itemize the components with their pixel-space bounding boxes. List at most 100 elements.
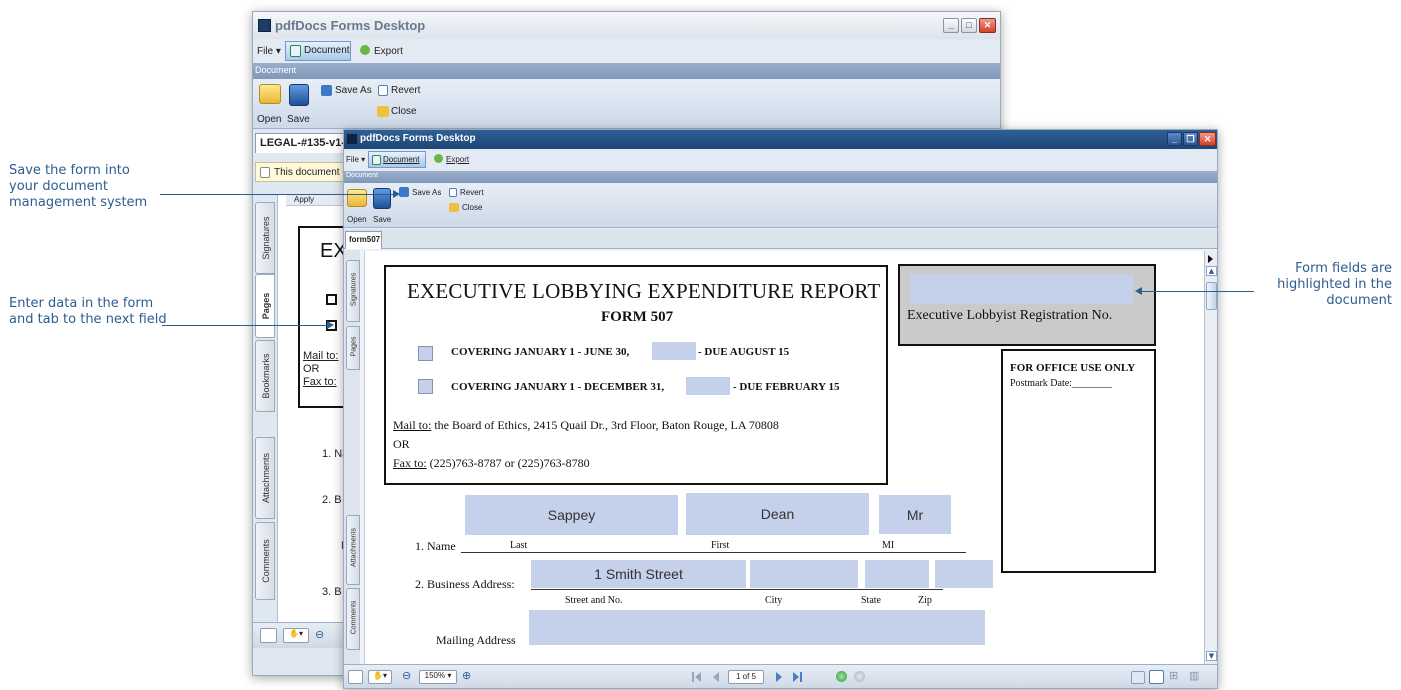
page-number-field[interactable]: 1 of 5 <box>728 670 764 684</box>
covering1-checkbox[interactable] <box>418 346 433 361</box>
scroll-right-arrow[interactable] <box>1208 255 1213 263</box>
front-file-menu[interactable]: File ▾ <box>346 155 365 164</box>
scroll-down-button[interactable]: ▼ <box>1206 651 1217 661</box>
form-number: FORM 507 <box>601 309 674 325</box>
front-titlebar[interactable]: pdfDocs Forms Desktop _ ❐ ✕ <box>344 130 1217 149</box>
zoom-select[interactable]: 150% ▾ <box>419 670 457 684</box>
back-close-button-ribbon[interactable]: Close <box>391 106 417 117</box>
front-minimize-button[interactable]: _ <box>1167 132 1182 146</box>
go-back-icon[interactable] <box>836 671 847 682</box>
back-hand-tool-icon[interactable]: ✋▾ <box>283 628 309 643</box>
back-maximize-button[interactable]: □ <box>961 18 977 33</box>
zoom-value: 150% <box>424 671 446 680</box>
front-tab-pages-label: Pages <box>350 336 358 357</box>
street-sublabel: Street and No. <box>565 595 623 606</box>
covering1-label: COVERING JANUARY 1 - JUNE 30, <box>451 346 630 358</box>
first-page-icon[interactable] <box>692 672 694 682</box>
back-fit-icon[interactable] <box>260 628 277 643</box>
revert-icon <box>378 85 388 96</box>
front-close-button[interactable]: ✕ <box>1199 132 1216 146</box>
mailing-address-field[interactable] <box>529 610 985 645</box>
fax-to-line: Fax to: (225)763-8787 or (225)763-8780 <box>393 456 590 471</box>
last-page-arrow-icon[interactable] <box>793 672 799 682</box>
open-folder-icon[interactable] <box>259 84 281 104</box>
front-tab-signatures[interactable]: Signatures <box>346 260 360 322</box>
cover-view-icon[interactable]: ▥ <box>1189 669 1199 682</box>
go-forward-icon[interactable] <box>854 671 865 682</box>
street-field[interactable]: 1 Smith Street <box>531 560 746 588</box>
export-icon <box>360 45 370 55</box>
covering1-year-field[interactable] <box>652 342 696 360</box>
save-disk-icon[interactable] <box>289 84 309 106</box>
zoom-in-icon[interactable]: ⊕ <box>462 669 471 682</box>
continuous-view-icon[interactable] <box>1149 670 1164 684</box>
covering2-label: COVERING JANUARY 1 - DECEMBER 31, <box>451 381 665 393</box>
back-document-tab[interactable]: Document <box>285 41 351 61</box>
callout-fields-line <box>1142 291 1254 292</box>
front-tab-comments-label: Comments <box>350 600 358 635</box>
mail-to-label: Mail to: <box>393 418 432 432</box>
back-tab-attachments[interactable]: Attachments <box>255 437 275 519</box>
front-document-tab[interactable]: Document <box>368 151 426 168</box>
back-save-label[interactable]: Save <box>287 114 310 125</box>
back-close-button[interactable]: ✕ <box>979 18 996 33</box>
registration-number-field[interactable] <box>910 274 1133 304</box>
back-tab-pages[interactable]: Pages <box>255 274 275 338</box>
front-open-label[interactable]: Open <box>347 215 367 224</box>
front-tab-attachments[interactable]: Attachments <box>346 515 360 585</box>
city-field[interactable] <box>750 560 858 588</box>
back-tab-signatures[interactable]: Signatures <box>255 202 275 274</box>
covering2-checkbox[interactable] <box>418 379 433 394</box>
front-menubar: File ▾ Document Export <box>344 149 1217 171</box>
middle-initial-field[interactable]: Mr <box>879 495 951 534</box>
scroll-up-button[interactable]: ▲ <box>1206 266 1217 276</box>
back-window-title: pdfDocs Forms Desktop <box>275 18 426 33</box>
front-tab-pages[interactable]: Pages <box>346 326 360 370</box>
zoom-out-icon[interactable]: ⊖ <box>402 669 411 682</box>
back-tab-bookmarks[interactable]: Bookmarks <box>255 340 275 412</box>
front-doc-tab[interactable]: form507 <box>345 231 382 249</box>
back-revert-button[interactable]: Revert <box>391 85 420 96</box>
back-tab-comments[interactable]: Comments <box>255 522 275 600</box>
front-tab-comments[interactable]: Comments <box>346 588 360 650</box>
state-field[interactable] <box>865 560 929 588</box>
back-titlebar[interactable]: pdfDocs Forms Desktop _ □ ✕ <box>253 12 1000 39</box>
back-save-as-button[interactable]: Save As <box>335 85 372 96</box>
front-close-doc-button[interactable]: Close <box>462 203 482 212</box>
back-file-menu[interactable]: File ▾ <box>257 46 281 57</box>
front-tab-strip: form507 <box>344 229 1217 249</box>
back-zoom-out-icon[interactable]: ⊖ <box>315 628 324 641</box>
previous-page-icon[interactable] <box>713 672 719 682</box>
vertical-scrollbar[interactable]: ▲ ▼ <box>1204 251 1217 665</box>
front-window: pdfDocs Forms Desktop _ ❐ ✕ File ▾ Docum… <box>343 129 1218 689</box>
back-apply-label[interactable]: Apply <box>294 195 314 204</box>
front-open-folder-icon[interactable] <box>347 189 367 207</box>
single-page-view-icon[interactable] <box>1131 671 1145 684</box>
first-name-field[interactable]: Dean <box>686 493 869 535</box>
front-restore-button[interactable]: ❐ <box>1183 132 1198 146</box>
covering2-year-field[interactable] <box>686 377 730 395</box>
callout-save-form: Save the form into your document managem… <box>9 163 148 210</box>
front-app-icon <box>347 134 357 144</box>
front-save-disk-icon[interactable] <box>373 188 391 209</box>
front-save-as-button[interactable]: Save As <box>412 188 441 197</box>
scroll-thumb[interactable] <box>1206 282 1217 310</box>
fit-page-icon[interactable] <box>348 670 363 684</box>
first-page-arrow-icon[interactable] <box>695 672 701 682</box>
facing-view-icon[interactable]: ⊞ <box>1169 669 1178 682</box>
callout-enter-data: Enter data in the form and tab to the ne… <box>9 296 167 327</box>
zip-field[interactable] <box>935 560 993 588</box>
hand-tool-icon[interactable]: ✋▾ <box>368 670 392 684</box>
back-export-menu[interactable]: Export <box>374 46 403 57</box>
or-label: OR <box>393 437 410 451</box>
next-page-icon[interactable] <box>776 672 782 682</box>
front-save-label[interactable]: Save <box>373 215 391 224</box>
front-export-menu[interactable]: Export <box>446 155 469 164</box>
last-page-icon[interactable] <box>800 672 802 682</box>
last-name-field[interactable]: Sappey <box>465 495 678 535</box>
front-doc-tab-label: form507 <box>349 235 381 244</box>
back-open-label[interactable]: Open <box>257 114 281 125</box>
front-revert-button[interactable]: Revert <box>460 188 484 197</box>
back-minimize-button[interactable]: _ <box>943 18 959 33</box>
back-tab-bookmarks-label: Bookmarks <box>261 353 271 399</box>
